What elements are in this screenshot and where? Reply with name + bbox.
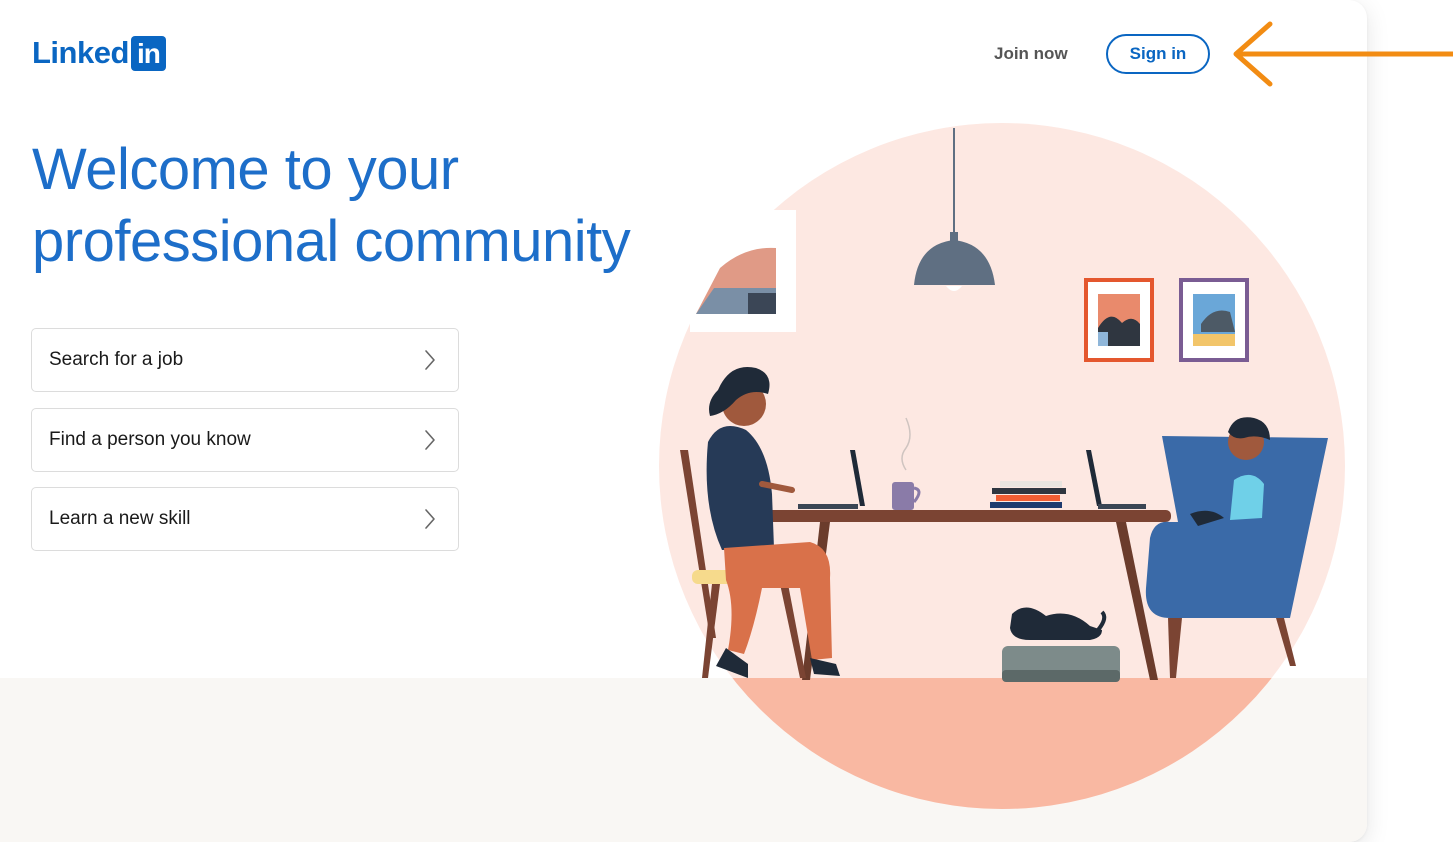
linkedin-logo[interactable]: Linked in	[32, 34, 166, 72]
picture-frame-icon	[1179, 278, 1249, 362]
option-learn-skill[interactable]: Learn a new skill	[31, 487, 459, 551]
chevron-right-icon	[425, 509, 435, 529]
option-search-job[interactable]: Search for a job	[31, 328, 459, 392]
chevron-right-icon	[425, 350, 435, 370]
page-headline: Welcome to your professional community	[32, 134, 692, 278]
headline-line-1: Welcome to your	[32, 137, 459, 202]
option-find-person[interactable]: Find a person you know	[31, 407, 459, 472]
picture-frame-icon	[1084, 278, 1154, 362]
logo-in-box: in	[130, 35, 166, 71]
option-label: Learn a new skill	[49, 508, 191, 529]
option-label: Find a person you know	[49, 428, 251, 450]
headline-line-2: professional community	[32, 209, 631, 274]
join-now-link[interactable]: Join now	[994, 40, 1068, 68]
hero-illustration	[659, 123, 1345, 809]
option-label: Search for a job	[49, 349, 184, 370]
logo-wordmark: Linked	[32, 35, 129, 70]
quick-options-list: Search for a job Find a person you know …	[31, 328, 459, 567]
chevron-right-icon	[425, 429, 435, 450]
arrow-left-icon	[1233, 21, 1453, 87]
page-card: Linked in Join now Sign in Welcome to yo…	[0, 0, 1367, 842]
sign-in-button[interactable]: Sign in	[1106, 34, 1210, 74]
